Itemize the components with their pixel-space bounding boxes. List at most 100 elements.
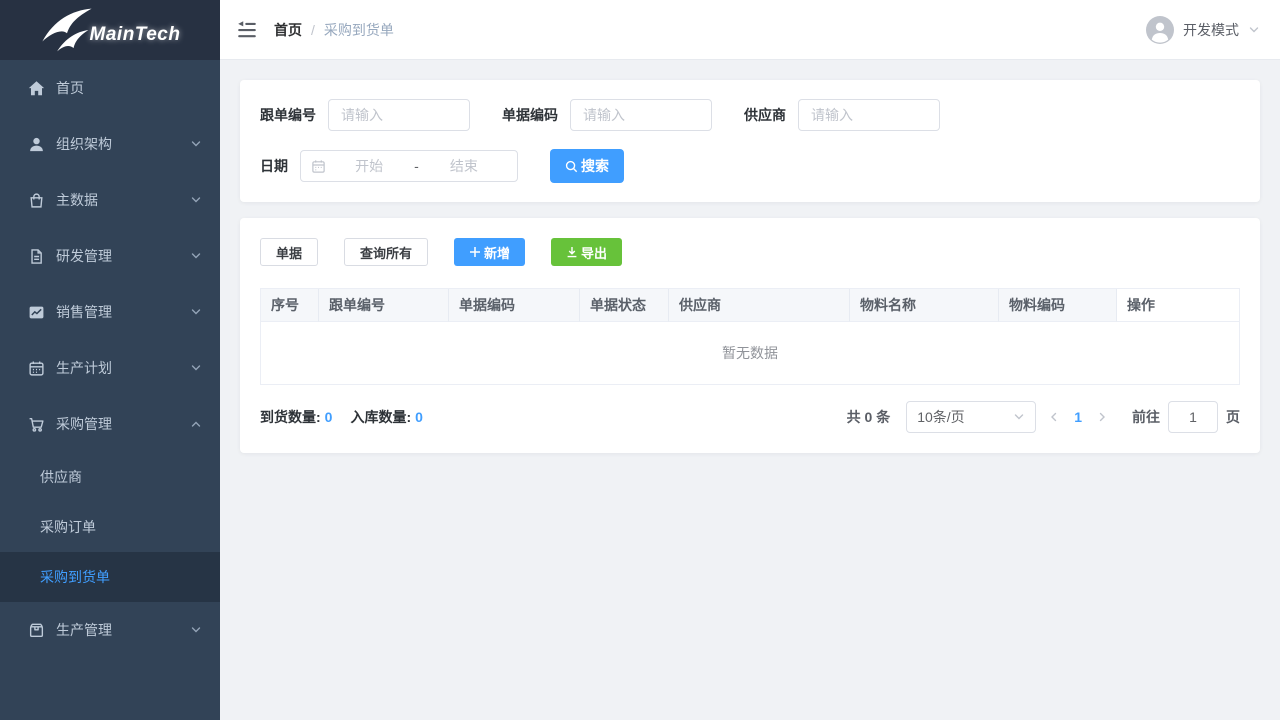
column-header-supplier: 供应商 [669, 289, 850, 322]
box-icon [28, 622, 45, 639]
sidebar-fold-icon[interactable] [236, 19, 258, 41]
cart-icon [28, 416, 45, 433]
add-button-label: 新增 [484, 243, 510, 262]
date-end-placeholder: 结束 [421, 156, 507, 176]
sidebar-item-organization[interactable]: 组织架构 [0, 116, 220, 172]
sidebar: MainTech 首页 组织架构 主数据 研发管理 销售管理 [0, 0, 220, 720]
goto-page-input[interactable] [1168, 401, 1218, 433]
chart-icon [28, 304, 45, 321]
pagination-total: 共 0 条 [847, 407, 891, 427]
field-label: 跟单编号 [260, 105, 316, 125]
summary-totals: 到货数量:0 入库数量:0 [260, 407, 423, 427]
arrival-qty-value: 0 [325, 409, 333, 425]
table-empty-state: 暂无数据 [261, 322, 1239, 384]
sidebar-subitem-label: 供应商 [40, 467, 82, 487]
supplier-input[interactable] [798, 99, 940, 131]
sidebar-item-label: 生产管理 [56, 620, 190, 640]
calendar-icon [28, 360, 45, 377]
page-content: 跟单编号 单据编码 供应商 日期 开始 - [220, 60, 1280, 473]
breadcrumb: 首页 / 采购到货单 [274, 20, 394, 40]
goto-label: 前往 [1132, 407, 1160, 427]
column-header-material-code: 物料编码 [999, 289, 1117, 322]
export-button[interactable]: 导出 [551, 238, 622, 266]
avatar [1146, 16, 1174, 44]
table-toolbar: 单据 查询所有 新增 导出 [260, 238, 1240, 266]
export-button-label: 导出 [581, 243, 607, 262]
sidebar-subitem-purchase-arrival[interactable]: 采购到货单 [0, 552, 220, 602]
next-page-button[interactable] [1084, 412, 1120, 422]
field-supplier: 供应商 [744, 99, 940, 131]
pagination: 共 0 条 10条/页 1 前往 页 [847, 401, 1240, 433]
sidebar-item-sales[interactable]: 销售管理 [0, 284, 220, 340]
top-header: 首页 / 采购到货单 开发模式 [220, 0, 1280, 60]
table-header-row: 序号 跟单编号 单据编码 单据状态 供应商 物料名称 物料编码 操作 [261, 288, 1239, 322]
field-label: 日期 [260, 156, 288, 176]
sidebar-item-master-data[interactable]: 主数据 [0, 172, 220, 228]
plus-icon [469, 246, 481, 258]
logo-swoosh-icon [40, 7, 94, 53]
sidebar-item-procurement[interactable]: 采购管理 [0, 396, 220, 452]
app-logo: MainTech [0, 0, 220, 60]
document-icon [28, 248, 45, 265]
column-header-actions: 操作 [1117, 289, 1239, 322]
breadcrumb-home[interactable]: 首页 [274, 20, 302, 40]
sidebar-item-label: 主数据 [56, 190, 190, 210]
field-tracking-no: 跟单编号 [260, 99, 470, 131]
table-panel: 单据 查询所有 新增 导出 序号 跟单编号 单据编码 单据状态 供应商 [240, 218, 1260, 453]
inbound-qty: 入库数量:0 [350, 407, 422, 427]
page-size-select[interactable]: 10条/页 [906, 401, 1036, 433]
goto-unit: 页 [1226, 407, 1240, 427]
sidebar-item-label: 销售管理 [56, 302, 190, 322]
sidebar-item-rnd[interactable]: 研发管理 [0, 228, 220, 284]
date-separator: - [412, 158, 421, 174]
date-start-placeholder: 开始 [326, 156, 412, 176]
sidebar-subitem-label: 采购到货单 [40, 567, 110, 587]
sidebar-item-label: 研发管理 [56, 246, 190, 266]
prev-page-button[interactable] [1036, 412, 1072, 422]
tracking-no-input[interactable] [328, 99, 470, 131]
chevron-down-icon [190, 362, 202, 374]
column-header-doc-status: 单据状态 [580, 289, 669, 322]
chevron-down-icon [190, 624, 202, 636]
sidebar-item-production-plan[interactable]: 生产计划 [0, 340, 220, 396]
date-range-picker[interactable]: 开始 - 结束 [300, 150, 518, 182]
docs-button[interactable]: 单据 [260, 238, 318, 266]
add-button[interactable]: 新增 [454, 238, 525, 266]
column-header-material-name: 物料名称 [850, 289, 999, 322]
search-button[interactable]: 搜索 [550, 149, 624, 183]
logo-text: MainTech [90, 24, 181, 46]
arrival-qty: 到货数量:0 [260, 407, 332, 427]
field-doc-code: 单据编码 [502, 99, 712, 131]
sidebar-subitem-label: 采购订单 [40, 517, 96, 537]
sidebar-item-home[interactable]: 首页 [0, 60, 220, 116]
page-number-1[interactable]: 1 [1072, 409, 1084, 425]
sidebar-item-label: 生产计划 [56, 358, 190, 378]
page-size-value: 10条/页 [917, 407, 964, 427]
download-icon [566, 246, 578, 258]
chevron-down-icon [190, 306, 202, 318]
calendar-icon [311, 159, 326, 174]
chevron-down-icon [190, 138, 202, 150]
doc-code-input[interactable] [570, 99, 712, 131]
breadcrumb-current: 采购到货单 [324, 20, 394, 40]
sidebar-item-production-mgmt[interactable]: 生产管理 [0, 602, 220, 658]
field-date: 日期 开始 - 结束 [260, 150, 518, 182]
breadcrumb-separator: / [311, 22, 315, 38]
column-header-tracking-no: 跟单编号 [319, 289, 449, 322]
query-all-button[interactable]: 查询所有 [344, 238, 428, 266]
field-label: 单据编码 [502, 105, 558, 125]
search-row-2: 日期 开始 - 结束 搜索 [260, 149, 1240, 183]
search-button-label: 搜索 [581, 156, 609, 176]
inbound-qty-label: 入库数量: [350, 409, 411, 425]
search-icon [565, 160, 578, 173]
sidebar-item-label: 采购管理 [56, 414, 190, 434]
sidebar-menu: 首页 组织架构 主数据 研发管理 销售管理 生产计划 [0, 60, 220, 720]
sidebar-subitem-supplier[interactable]: 供应商 [0, 452, 220, 502]
field-label: 供应商 [744, 105, 786, 125]
main-area: 首页 / 采购到货单 开发模式 跟单编号 单据编码 供应商 [220, 0, 1280, 720]
user-menu[interactable]: 开发模式 [1146, 16, 1260, 44]
bag-icon [28, 192, 45, 209]
sidebar-subitem-purchase-order[interactable]: 采购订单 [0, 502, 220, 552]
arrival-qty-label: 到货数量: [260, 409, 321, 425]
sidebar-item-label: 首页 [56, 78, 202, 98]
